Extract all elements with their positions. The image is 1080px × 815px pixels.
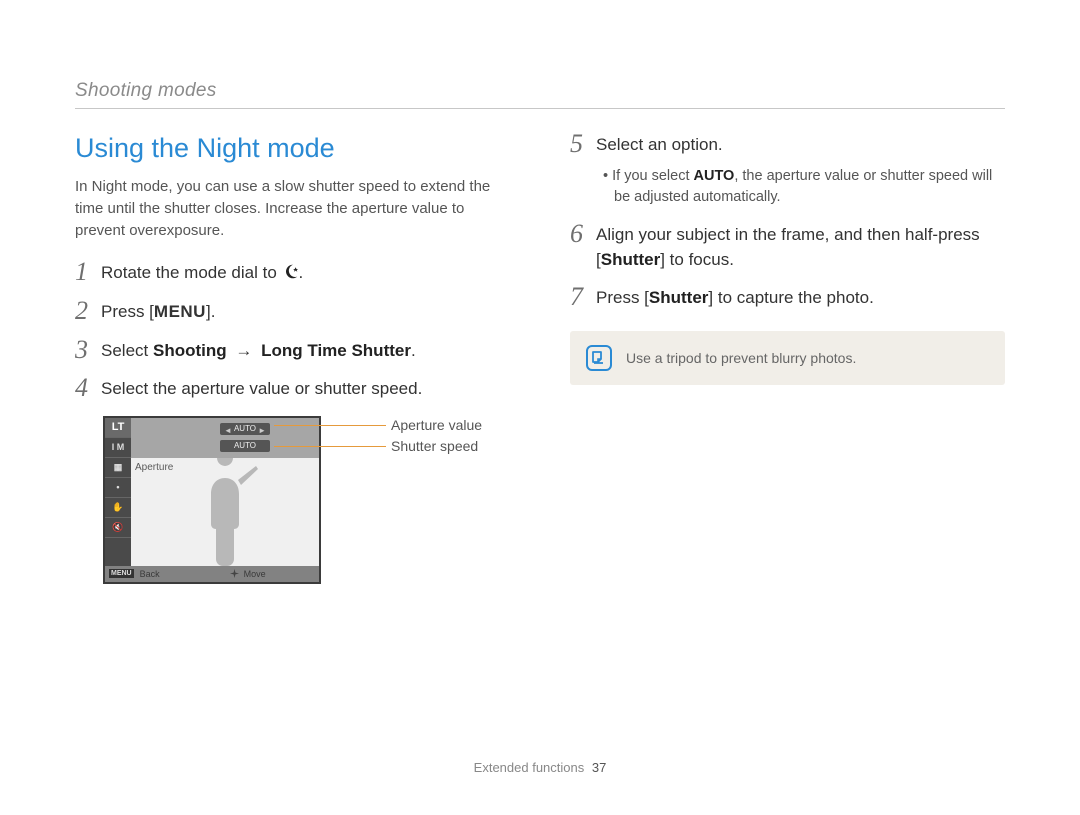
intro-text: In Night mode, you can use a slow shutte… [75, 176, 510, 241]
step-number: 3 [75, 337, 101, 363]
cam-sound-off-icon: 🔇 [105, 518, 131, 538]
cam-move-label: Move [244, 569, 266, 579]
note-icon [586, 345, 612, 371]
step-number: 1 [75, 259, 101, 285]
tip-note: Use a tripod to prevent blurry photos. [570, 331, 1005, 385]
step-number: 4 [75, 375, 101, 401]
step-body: Press [Shutter] to capture the photo. [596, 286, 1005, 311]
cam-shutter-pill: AUTO [220, 440, 270, 452]
camera-screenshot: LT I M ▦ • ✋ 🔇 ◄AUTO► AUTO Aperture [103, 416, 321, 584]
step-number: 7 [570, 284, 596, 310]
step-number: 2 [75, 298, 101, 324]
callout-shutter: Shutter speed [391, 438, 478, 454]
breadcrumb: Shooting modes [75, 80, 1005, 109]
cam-stabilizer-icon: ✋ [105, 498, 131, 518]
step-body: Select an option.If you select AUTO, the… [596, 133, 1005, 209]
camera-callouts: Aperture value Shutter speed [327, 416, 482, 456]
note-text: Use a tripod to prevent blurry photos. [626, 350, 856, 366]
step-number: 5 [570, 131, 596, 157]
cam-metering-icon: • [105, 478, 131, 498]
steps-right: 5Select an option.If you select AUTO, th… [570, 133, 1005, 311]
callout-aperture: Aperture value [391, 417, 482, 433]
cam-menu-key: MENU [109, 569, 134, 578]
cam-back-label: Back [140, 569, 160, 579]
step-body: Select the aperture value or shutter spe… [101, 377, 510, 402]
steps-left: 1Rotate the mode dial to .2Press [MENU].… [75, 261, 510, 402]
camera-screenshot-wrap: LT I M ▦ • ✋ 🔇 ◄AUTO► AUTO Aperture [103, 416, 510, 584]
cam-quality-icon: ▦ [105, 458, 131, 478]
cam-mode-lt: LT [105, 418, 131, 438]
right-column: 5Select an option.If you select AUTO, th… [570, 133, 1005, 584]
step-body: Select Shooting → Long Time Shutter. [101, 339, 510, 364]
step-item: 7Press [Shutter] to capture the photo. [570, 286, 1005, 311]
cam-silhouette [190, 458, 260, 568]
step-item: 1Rotate the mode dial to . [75, 261, 510, 286]
footer-section: Extended functions [474, 760, 585, 775]
footer-page-number: 37 [592, 760, 606, 775]
step-sub-bullet: If you select AUTO, the aperture value o… [596, 166, 1005, 210]
cam-nav-icon [230, 569, 239, 578]
step-item: 2Press [MENU]. [75, 300, 510, 325]
cam-aperture-pill: ◄AUTO► [220, 423, 270, 435]
cam-size-icon: I M [105, 438, 131, 458]
step-body: Rotate the mode dial to . [101, 261, 510, 286]
step-body: Press [MENU]. [101, 300, 510, 325]
section-title: Using the Night mode [75, 133, 510, 164]
step-number: 6 [570, 221, 596, 247]
night-mode-icon [282, 263, 299, 280]
step-item: 4Select the aperture value or shutter sp… [75, 377, 510, 402]
step-item: 6Align your subject in the frame, and th… [570, 223, 1005, 272]
step-body: Align your subject in the frame, and the… [596, 223, 1005, 272]
cam-aperture-label: Aperture [135, 462, 173, 473]
step-item: 5Select an option.If you select AUTO, th… [570, 133, 1005, 209]
cam-bottom-bar: MENU Back Move [105, 566, 319, 582]
step-item: 3Select Shooting → Long Time Shutter. [75, 339, 510, 364]
page-footer: Extended functions 37 [0, 760, 1080, 775]
left-column: Using the Night mode In Night mode, you … [75, 133, 510, 584]
